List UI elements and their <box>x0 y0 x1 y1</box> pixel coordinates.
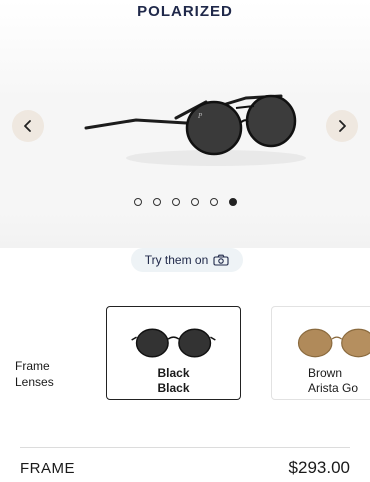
variant-card-selected[interactable]: Black Black <box>106 306 241 400</box>
variant-card[interactable]: Brown Arista Go <box>271 306 370 400</box>
svg-text:P: P <box>197 112 203 120</box>
pagination-dot[interactable] <box>133 198 142 206</box>
variant-lens-color: Arista Go <box>308 381 359 395</box>
polarized-tag: POLARIZED <box>137 3 233 20</box>
chevron-left-icon <box>24 120 31 132</box>
variant-thumbnail <box>297 328 370 358</box>
variant-text: Brown Arista Go <box>308 366 370 396</box>
pagination-dot[interactable] <box>209 198 218 206</box>
variant-frame-color: Brown <box>308 366 343 380</box>
previous-image-button[interactable] <box>12 110 44 142</box>
chevron-right-icon <box>339 120 346 132</box>
variant-text: Black Black <box>107 366 240 396</box>
try-on-label: Try them on <box>144 253 209 267</box>
camera-icon <box>213 254 229 266</box>
price: $293.00 <box>288 458 350 477</box>
gallery-pagination <box>0 198 370 206</box>
variant-lens-color: Black <box>157 381 190 395</box>
pagination-dot[interactable] <box>171 198 180 206</box>
sunglasses-product-image: P <box>84 94 306 166</box>
next-image-button[interactable] <box>326 110 358 142</box>
lenses-label: Lenses <box>15 375 54 389</box>
frame-label: Frame <box>15 359 50 373</box>
pagination-dot[interactable] <box>190 198 199 206</box>
divider <box>20 447 350 448</box>
pagination-dot[interactable] <box>152 198 161 206</box>
section-title: FRAME <box>20 460 75 477</box>
variant-frame-color: Black <box>157 366 190 380</box>
try-them-on-button[interactable]: Try them on <box>131 248 243 272</box>
pagination-dot[interactable] <box>228 198 237 206</box>
variant-attribute-labels: Frame Lenses <box>15 358 54 390</box>
variant-thumbnail <box>131 328 216 358</box>
